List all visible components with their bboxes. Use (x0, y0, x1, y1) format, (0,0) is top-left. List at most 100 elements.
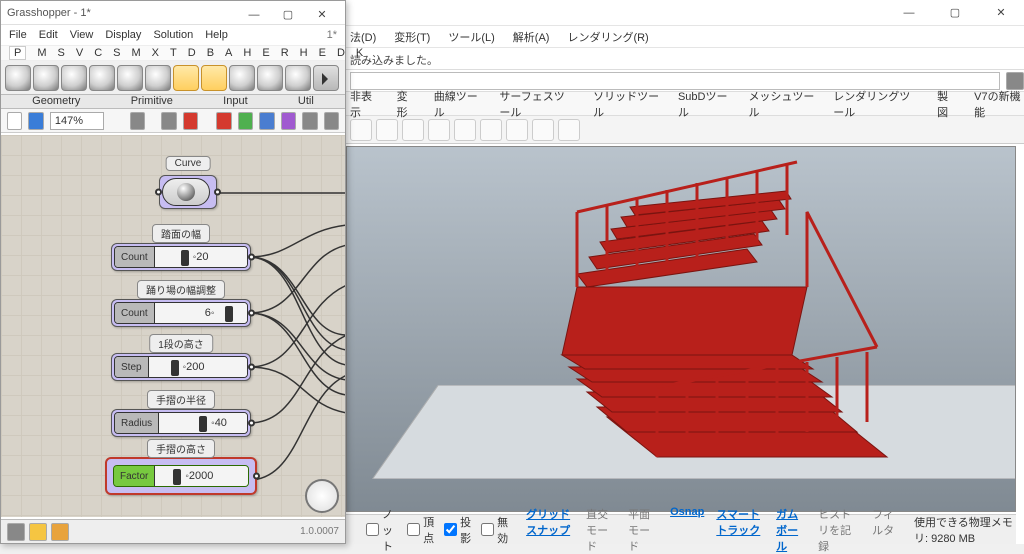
rhino-menu-item[interactable]: 変形(T) (394, 29, 430, 45)
cat-tab[interactable]: V (76, 47, 83, 59)
component-icon[interactable] (33, 65, 59, 91)
rhino-menu-item[interactable]: 解析(A) (513, 29, 550, 45)
rhino-menu-item[interactable]: 法(D) (350, 29, 376, 45)
component-icon[interactable] (117, 65, 143, 91)
ribbon-expand-icon[interactable] (313, 65, 339, 91)
markov-icon[interactable] (7, 523, 25, 541)
tool-icon[interactable] (350, 119, 372, 141)
gh-menu-item[interactable]: Help (205, 29, 228, 41)
gh-menu-item[interactable]: Solution (153, 29, 193, 41)
gh-titlebar[interactable]: Grasshopper - 1* — ▢ ✕ (1, 1, 345, 25)
cat-tab[interactable]: R (281, 47, 289, 59)
toolbar-tab[interactable]: SubDツール (678, 88, 731, 120)
component-icon[interactable] (89, 65, 115, 91)
cluster-icon[interactable] (51, 523, 69, 541)
status-link[interactable]: ガムボール (776, 506, 806, 554)
slider-node-count2[interactable]: 踊り場の幅調整 Count 6 ◦ (111, 299, 251, 327)
rhino-max-button[interactable]: ▢ (932, 0, 978, 26)
shade-icon[interactable] (281, 112, 296, 130)
settings-icon[interactable] (324, 112, 339, 130)
gh-menu-item[interactable]: File (9, 29, 27, 41)
cat-tab[interactable]: H (243, 47, 251, 59)
component-icon[interactable] (145, 65, 171, 91)
cat-tab[interactable]: H (300, 47, 308, 59)
preview-icon[interactable] (161, 112, 176, 130)
node-output-grip[interactable] (214, 189, 221, 196)
status-check-vertex[interactable]: 頂点 (407, 514, 434, 546)
tool-icon[interactable] (480, 119, 502, 141)
gh-max-button[interactable]: ▢ (271, 2, 305, 24)
gh-menu-item[interactable]: View (70, 29, 94, 41)
tool-icon[interactable] (558, 119, 580, 141)
status-check-knot[interactable]: ノット (366, 506, 397, 554)
sketch-icon[interactable] (183, 112, 198, 130)
cat-tab[interactable]: C (94, 47, 102, 59)
cat-tab[interactable]: B (207, 47, 214, 59)
component-icon[interactable] (257, 65, 283, 91)
gh-menu-item[interactable]: Edit (39, 29, 58, 41)
cat-tab[interactable]: D (188, 47, 196, 59)
tool-icon[interactable] (532, 119, 554, 141)
layer-icon[interactable] (29, 523, 47, 541)
toolbar-tab[interactable]: V7の新機能 (974, 88, 1024, 120)
number-slider[interactable]: Step ◦ 200 (114, 356, 248, 378)
slider-node-count1[interactable]: 踏面の幅 Count ◦ 20 (111, 243, 251, 271)
cat-tab[interactable]: A (225, 47, 232, 59)
tool-icon[interactable] (376, 119, 398, 141)
tool-icon[interactable] (428, 119, 450, 141)
toolbar-tab[interactable]: 変形 (397, 88, 416, 120)
number-slider[interactable]: Radius ◦ 40 (114, 412, 248, 434)
save-icon[interactable] (28, 112, 43, 130)
canvas-compass-icon[interactable] (305, 479, 339, 513)
component-icon[interactable] (61, 65, 87, 91)
status-link[interactable]: スマートトラック (716, 506, 764, 554)
cat-tab[interactable]: S (113, 47, 120, 59)
toolbar-tab[interactable]: 製図 (937, 88, 956, 120)
new-doc-icon[interactable] (7, 112, 22, 130)
cat-tab[interactable]: D (337, 47, 345, 59)
zoom-input[interactable] (50, 112, 104, 130)
node-output-grip[interactable] (248, 310, 255, 317)
rhino-viewport[interactable] (346, 146, 1016, 512)
slider-node-radius[interactable]: 手摺の半径 Radius ◦ 40 (111, 409, 251, 437)
tool-icon[interactable] (506, 119, 528, 141)
rhino-min-button[interactable]: — (886, 0, 932, 26)
nav-icon[interactable] (130, 112, 145, 130)
rhino-close-button[interactable]: ✕ (978, 0, 1024, 26)
component-icon[interactable] (285, 65, 311, 91)
status-check-disable[interactable]: 無効 (481, 514, 508, 546)
gh-menu-item[interactable]: Display (105, 29, 141, 41)
status-check-project[interactable]: 投影 (444, 514, 471, 546)
toolbar-tab[interactable]: 非表示 (350, 88, 379, 120)
status-link[interactable]: Osnap (670, 506, 704, 554)
node-output-grip[interactable] (248, 420, 255, 427)
rhino-menu-item[interactable]: レンダリング(R) (567, 29, 648, 45)
gh-canvas[interactable]: Curve 踏面の幅 Count ◦ 20 踊り場の幅調整 Count 6 ◦ … (1, 135, 345, 517)
toolbar-tab[interactable]: メッシュツール (748, 88, 815, 120)
rhino-menu-item[interactable]: ツール(L) (448, 29, 494, 45)
status-link[interactable]: ヒストリを記録 (818, 506, 860, 554)
tool-icon[interactable] (454, 119, 476, 141)
shade-icon[interactable] (259, 112, 274, 130)
node-output-grip[interactable] (253, 473, 260, 480)
gh-close-button[interactable]: ✕ (305, 2, 339, 24)
slider-node-step[interactable]: 1段の高さ Step ◦ 200 (111, 353, 251, 381)
shade-icon[interactable] (302, 112, 317, 130)
component-icon[interactable] (229, 65, 255, 91)
shade-icon[interactable] (216, 112, 231, 130)
cat-tab[interactable]: M (37, 47, 46, 59)
status-link[interactable]: グリッドスナップ (526, 506, 574, 554)
toolbar-tab[interactable]: ソリッドツール (593, 88, 660, 120)
component-icon[interactable] (5, 65, 31, 91)
toolbar-tab[interactable]: 曲線ツール (434, 88, 482, 120)
number-slider[interactable]: Count 6 ◦ (114, 302, 248, 324)
toolbar-tab[interactable]: レンダリングツール (833, 88, 919, 120)
tool-icon[interactable] (402, 119, 424, 141)
cat-tab[interactable]: S (58, 47, 65, 59)
cat-tab[interactable]: E (319, 47, 326, 59)
slider-node-factor-selected[interactable]: 手摺の高さ Factor ◦ 2000 (105, 457, 257, 495)
gh-min-button[interactable]: — (237, 2, 271, 24)
cat-tab[interactable]: M (132, 47, 141, 59)
status-link[interactable]: 平面モード (628, 506, 658, 554)
shade-icon[interactable] (238, 112, 253, 130)
